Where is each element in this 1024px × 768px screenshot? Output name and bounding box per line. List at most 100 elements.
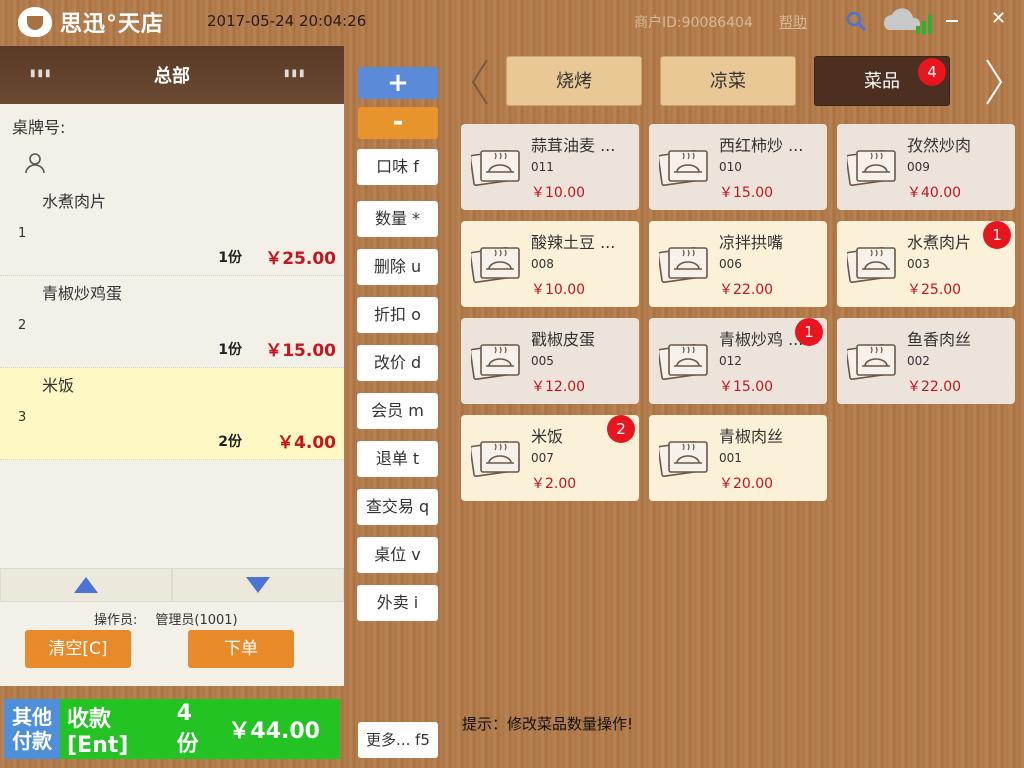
order-item-index: 1	[18, 226, 27, 241]
decrease-button[interactable]: -	[358, 107, 438, 139]
logo-text: 思迅°天店	[60, 12, 165, 37]
dish-code: 009	[907, 160, 930, 174]
arrow-down-icon	[246, 577, 270, 593]
order-item-qty: 1份	[218, 250, 242, 266]
operator-info: 操作员: 管理员(1001)	[94, 609, 238, 628]
close-icon[interactable]: ✕	[991, 8, 1006, 29]
dish-card[interactable]: 戳椒皮蛋 005 ￥12.00	[461, 318, 639, 404]
category-label: 凉菜	[710, 71, 746, 92]
order-item-qty: 2份	[218, 434, 242, 450]
dish-image-icon	[659, 343, 708, 380]
dish-count-badge: 1	[795, 318, 823, 346]
dish-card[interactable]: 凉拌拱嘴 006 ￥22.00	[649, 221, 827, 307]
dish-card[interactable]: 米饭 007 ￥2.00 2	[461, 415, 639, 501]
table-number-label[interactable]: 桌牌号:	[12, 114, 65, 138]
checkout-total: ￥44.00	[228, 719, 320, 744]
dish-card[interactable]: 水煮肉片 003 ￥25.00 1	[837, 221, 1015, 307]
dish-image-icon	[659, 440, 708, 477]
dish-price: ￥20.00	[719, 476, 774, 492]
dish-price: ￥15.00	[719, 379, 774, 395]
checkout-label: 收款[Ent]	[67, 706, 129, 758]
increase-button[interactable]: +	[358, 67, 438, 99]
dish-card[interactable]: 酸辣土豆 ... 008 ￥10.00	[461, 221, 639, 307]
order-list: 水煮肉片 1 1份 ￥25.00 青椒炒鸡蛋 2 1份 ￥15.00 米饭 3 …	[0, 184, 344, 460]
dish-name: 米饭	[531, 427, 564, 446]
other-payment-button[interactable]: 其他付款	[4, 699, 60, 759]
dish-name: 西红柿炒 ...	[719, 136, 804, 155]
search-icon[interactable]	[845, 10, 867, 32]
title-bar: 思迅°天店 2017-05-24 20:04:26 商户ID:90086404 …	[0, 0, 1024, 42]
scroll-nav	[0, 568, 344, 602]
chef-hat-icon	[18, 7, 52, 37]
dish-code: 012	[719, 354, 742, 368]
dish-name: 青椒肉丝	[719, 427, 784, 446]
dish-image-icon	[659, 149, 708, 186]
dish-card[interactable]: 青椒肉丝 001 ￥20.00	[649, 415, 827, 501]
binder-rings: ▮▮▮	[30, 68, 53, 79]
discount-button[interactable]: 折扣 o	[357, 297, 438, 333]
dish-image-icon	[659, 246, 708, 283]
minimize-icon[interactable]	[946, 20, 958, 22]
store-header: ▮▮▮ ▮▮▮ 总部	[0, 46, 344, 104]
submit-order-button[interactable]: 下单	[188, 630, 294, 668]
refund-button[interactable]: 退单 t	[357, 441, 438, 477]
chevron-right-icon[interactable]	[984, 58, 1004, 106]
dish-name: 蒜茸油麦 ...	[531, 136, 616, 155]
dish-code: 007	[531, 451, 554, 465]
order-item-price: ￥4.00	[277, 433, 336, 453]
store-name: 总部	[154, 66, 190, 87]
dish-code: 001	[719, 451, 742, 465]
category-tab-bbq[interactable]: 烧烤	[506, 56, 642, 106]
dish-count-badge: 1	[983, 221, 1011, 249]
category-tab-cold-dishes[interactable]: 凉菜	[660, 56, 796, 106]
dish-name: 凉拌拱嘴	[719, 233, 784, 252]
order-item[interactable]: 水煮肉片 1 1份 ￥25.00	[0, 184, 344, 276]
order-item-qty: 1份	[218, 342, 242, 358]
order-item-selected[interactable]: 米饭 3 2份 ￥4.00	[0, 368, 344, 460]
person-icon[interactable]	[24, 152, 46, 174]
dish-card[interactable]: 青椒炒鸡 ... 012 ￥15.00 1	[649, 318, 827, 404]
quantity-button[interactable]: 数量 *	[357, 201, 438, 237]
dish-card[interactable]: 孜然炒肉 009 ￥40.00	[837, 124, 1015, 210]
scroll-up-button[interactable]	[0, 568, 172, 602]
dish-name: 戳椒皮蛋	[531, 330, 596, 349]
dish-card[interactable]: 蒜茸油麦 ... 011 ￥10.00	[461, 124, 639, 210]
dish-name: 青椒炒鸡 ...	[719, 330, 804, 349]
flavor-button[interactable]: 口味 f	[357, 149, 438, 185]
binder-rings: ▮▮▮	[284, 68, 307, 79]
order-item-name: 米饭	[42, 376, 75, 395]
dish-code: 006	[719, 257, 742, 271]
dish-card[interactable]: 西红柿炒 ... 010 ￥15.00	[649, 124, 827, 210]
query-transaction-button[interactable]: 查交易 q	[357, 489, 438, 525]
dish-code: 008	[531, 257, 554, 271]
order-panel: ▮▮▮ ▮▮▮ 总部 桌牌号: 水煮肉片 1 1份 ￥25.00 青椒炒鸡蛋 2…	[0, 46, 344, 686]
dish-card[interactable]: 鱼香肉丝 002 ￥22.00	[837, 318, 1015, 404]
help-link[interactable]: 帮助	[779, 12, 807, 32]
category-count-badge: 4	[918, 58, 946, 86]
arrow-up-icon	[74, 577, 98, 593]
category-label: 烧烤	[556, 71, 592, 92]
dish-code: 003	[907, 257, 930, 271]
dish-image-icon	[847, 343, 896, 380]
dish-code: 010	[719, 160, 742, 174]
member-button[interactable]: 会员 m	[357, 393, 438, 429]
checkout-button[interactable]: 收款[Ent] 4份 ￥44.00	[60, 699, 340, 759]
chevron-left-icon[interactable]	[470, 58, 490, 106]
dish-price: ￥22.00	[719, 282, 774, 298]
more-button[interactable]: 更多... f5	[358, 722, 438, 758]
takeout-button[interactable]: 外卖 i	[357, 585, 438, 621]
dish-price: ￥40.00	[907, 185, 962, 201]
scroll-down-button[interactable]	[172, 568, 344, 602]
delete-button[interactable]: 删除 u	[357, 249, 438, 285]
table-button[interactable]: 桌位 v	[357, 537, 438, 573]
dish-image-icon	[471, 149, 520, 186]
dish-count-badge: 2	[607, 415, 635, 443]
order-item[interactable]: 青椒炒鸡蛋 2 1份 ￥15.00	[0, 276, 344, 368]
dish-code: 005	[531, 354, 554, 368]
dish-image-icon	[471, 343, 520, 380]
clear-button[interactable]: 清空[C]	[25, 630, 131, 668]
app-logo: 思迅°天店	[18, 6, 164, 38]
dish-image-icon	[847, 149, 896, 186]
order-item-index: 3	[18, 410, 27, 425]
change-price-button[interactable]: 改价 d	[357, 345, 438, 381]
